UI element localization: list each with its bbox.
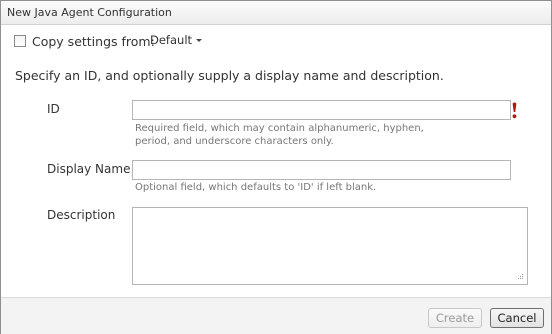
id-hint-line-1: Required field, which may contain alphan… [135, 123, 424, 134]
dialog-title: New Java Agent Configuration [7, 6, 172, 19]
copy-settings-label[interactable]: Copy settings from: [32, 34, 155, 49]
cancel-button[interactable]: Cancel [490, 308, 544, 328]
display-name-label: Display Name [47, 162, 131, 176]
create-button[interactable]: Create [428, 308, 482, 328]
display-name-input[interactable] [132, 160, 511, 180]
id-label: ID [47, 102, 60, 116]
id-hint-line-2: period, and underscore characters only. [135, 136, 334, 147]
copy-settings-dropdown-value: Default [150, 33, 193, 47]
required-exclamation-icon [512, 102, 517, 119]
display-name-hint: Optional field, which defaults to 'ID' i… [135, 182, 377, 193]
id-hint: Required field, which may contain alphan… [135, 122, 424, 148]
copy-settings-checkbox[interactable] [14, 35, 26, 47]
id-input[interactable] [132, 100, 511, 120]
instruction-text: Specify an ID, and optionally supply a d… [15, 68, 444, 83]
resize-grip-icon[interactable] [516, 273, 524, 281]
dialog-titlebar[interactable]: New Java Agent Configuration [1, 1, 551, 25]
description-textarea[interactable] [132, 207, 528, 285]
dialog-footer: Create Cancel [1, 297, 551, 334]
chevron-down-icon [196, 39, 203, 42]
description-label: Description [47, 208, 116, 222]
copy-settings-dropdown[interactable]: Default [150, 33, 203, 47]
dialog-window: New Java Agent Configuration Copy settin… [0, 0, 552, 334]
